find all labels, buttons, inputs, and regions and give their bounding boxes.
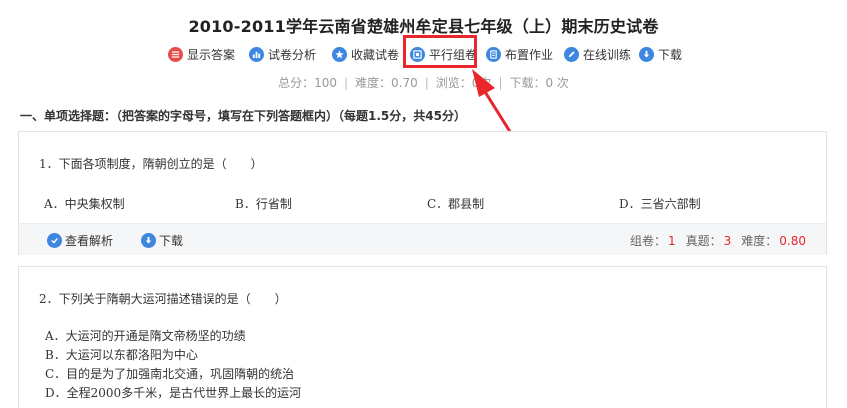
question-stem: 1．下面各项制度，隋朝创立的是（ ） [39,157,263,171]
difficulty-value: 0.80 [779,234,806,248]
group-count-label: 组卷： [629,234,666,248]
show-answer-label: 显示答案 [187,47,236,62]
download-count: 下载：0 次 [509,76,569,90]
pencil-icon [564,46,579,62]
option-a: A．中央集权制 [44,197,125,211]
collect-paper-button[interactable]: 收藏试卷 [332,44,399,64]
show-answer-button[interactable]: 显示答案 [168,44,235,64]
view-analysis-button[interactable]: 查看解析 [47,232,113,249]
assign-homework-button[interactable]: 布置作业 [486,44,553,64]
question-footer: 查看解析 下载 组卷： 1 真题： 3 难度： 0.80 [19,223,826,255]
question-stem: 2．下列关于隋朝大运河描述错误的是（ ） [39,292,287,306]
option-c: C．目的是为了加强南北交通，巩固隋朝的统治 [45,367,295,381]
question-card-1: 1．下面各项制度，隋朝创立的是（ ） A．中央集权制 B．行省制 C．郡县制 D… [18,131,827,255]
download-paper-button[interactable]: 下载 [639,44,682,64]
online-training-button[interactable]: 在线训练 [564,44,631,64]
paper-analysis-button[interactable]: 试卷分析 [249,44,316,64]
collect-paper-label: 收藏试卷 [351,47,400,62]
option-b: B．大运河以东都洛阳为中心 [45,348,198,362]
real-count: 3 [723,234,732,248]
online-training-label: 在线训练 [583,47,632,62]
bar-chart-icon [249,46,264,62]
option-a: A．大运河的开通是隋文帝杨坚的功绩 [45,329,246,343]
question-stats: 组卷： 1 真题： 3 难度： 0.80 [630,232,806,249]
view-count: 浏览：0次 [435,76,492,90]
group-count: 1 [667,234,676,248]
download-icon [141,233,156,248]
assign-homework-label: 布置作业 [505,47,554,62]
check-icon [47,233,62,248]
download-icon [639,46,654,62]
option-b: B．行省制 [235,197,292,211]
list-icon [168,46,183,62]
difficulty-label: 难度： [741,234,778,248]
paper-difficulty: 难度：0.70 [355,76,418,90]
paper-stats: 总分：100 | 难度：0.70 | 浏览：0次 | 下载：0 次 [278,76,569,90]
question-card-2: 2．下列关于隋朝大运河描述错误的是（ ） A．大运河的开通是隋文帝杨坚的功绩 B… [18,266,827,408]
question-download-button[interactable]: 下载 [141,232,183,249]
page-title: 2010-2011学年云南省楚雄州牟定县七年级（上）期末历史试卷 [188,17,659,36]
options-list: A．大运河的开通是隋文帝杨坚的功绩 B．大运河以东都洛阳为中心 C．目的是为了加… [45,327,301,403]
total-score: 总分：100 [278,76,337,90]
option-d: D．三省六部制 [619,197,701,211]
view-analysis-label: 查看解析 [65,234,114,248]
option-c: C．郡县制 [427,197,485,211]
section-title: 一、单项选择题：（把答案的字母号，填写在下列答题框内）（每题1.5分，共45分） [20,109,466,123]
star-icon [332,46,347,62]
assignment-icon [486,46,501,62]
highlight-box [403,35,477,68]
option-d: D．全程2000多千米，是古代世界上最长的运河 [45,386,302,400]
paper-analysis-label: 试卷分析 [268,47,317,62]
download-paper-label: 下载 [658,47,683,62]
question-download-label: 下载 [159,234,184,248]
real-count-label: 真题： [685,234,722,248]
